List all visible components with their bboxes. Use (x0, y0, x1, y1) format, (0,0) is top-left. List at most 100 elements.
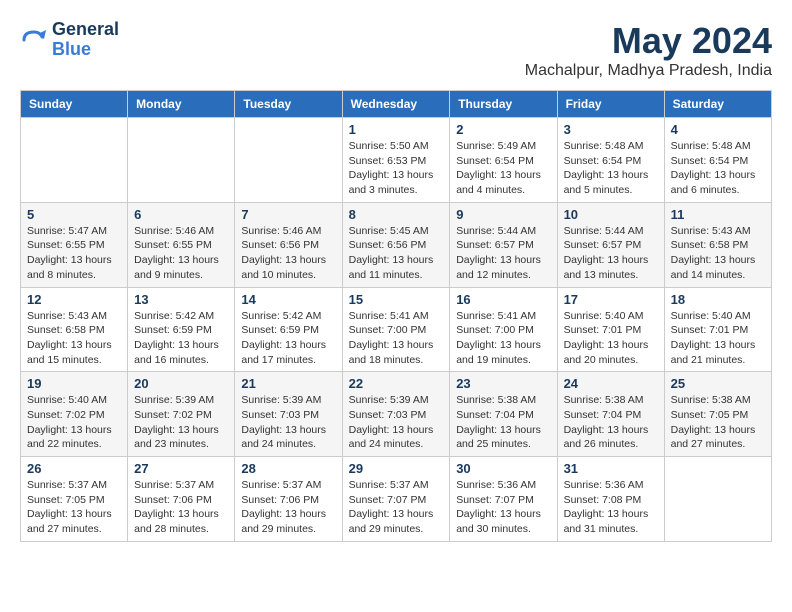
day-info: Sunrise: 5:48 AM Sunset: 6:54 PM Dayligh… (671, 139, 765, 198)
calendar-cell (128, 118, 235, 203)
day-number: 6 (134, 207, 228, 222)
calendar-cell: 29 Sunrise: 5:37 AM Sunset: 7:07 PM Dayli… (342, 457, 450, 542)
calendar-cell: 30Sunrise: 5:36 AM Sunset: 7:07 PM Dayli… (450, 457, 557, 542)
header-friday: Friday (557, 91, 664, 118)
week-row-3: 19 Sunrise: 5:40 AM Sunset: 7:02 PM Dayli… (21, 372, 772, 457)
calendar-cell: 12Sunrise: 5:43 AM Sunset: 6:58 PM Dayli… (21, 287, 128, 372)
calendar-cell: 13Sunrise: 5:42 AM Sunset: 6:59 PM Dayli… (128, 287, 235, 372)
day-info: Sunrise: 5:44 AM Sunset: 6:57 PM Dayligh… (456, 224, 550, 283)
calendar-cell: 31 Sunrise: 5:36 AM Sunset: 7:08 PM Dayli… (557, 457, 664, 542)
day-number: 31 (564, 461, 658, 476)
logo-blue: Blue (52, 40, 119, 60)
day-number: 22 (349, 376, 444, 391)
day-info: Sunrise: 5:41 AM Sunset: 7:00 PM Dayligh… (456, 309, 550, 368)
calendar-cell: 23Sunrise: 5:38 AM Sunset: 7:04 PM Dayli… (450, 372, 557, 457)
day-info: Sunrise: 5:36 AM Sunset: 7:08 PM Dayligh… (564, 478, 658, 537)
calendar-cell: 4 Sunrise: 5:48 AM Sunset: 6:54 PM Daylig… (664, 118, 771, 203)
calendar-cell: 9 Sunrise: 5:44 AM Sunset: 6:57 PM Daylig… (450, 202, 557, 287)
day-number: 28 (241, 461, 335, 476)
day-number: 4 (671, 122, 765, 137)
calendar-cell: 28 Sunrise: 5:37 AM Sunset: 7:06 PM Dayli… (235, 457, 342, 542)
calendar-cell: 27Sunrise: 5:37 AM Sunset: 7:06 PM Dayli… (128, 457, 235, 542)
calendar-cell: 5 Sunrise: 5:47 AM Sunset: 6:55 PM Daylig… (21, 202, 128, 287)
calendar-cell: 25 Sunrise: 5:38 AM Sunset: 7:05 PM Dayli… (664, 372, 771, 457)
day-number: 3 (564, 122, 658, 137)
day-info: Sunrise: 5:42 AM Sunset: 6:59 PM Dayligh… (134, 309, 228, 368)
logo: General Blue (20, 20, 119, 60)
calendar-cell (21, 118, 128, 203)
day-number: 21 (241, 376, 335, 391)
day-number: 19 (27, 376, 121, 391)
day-info: Sunrise: 5:46 AM Sunset: 6:56 PM Dayligh… (241, 224, 335, 283)
day-info: Sunrise: 5:48 AM Sunset: 6:54 PM Dayligh… (564, 139, 658, 198)
week-row-0: 1 Sunrise: 5:50 AM Sunset: 6:53 PM Daylig… (21, 118, 772, 203)
week-row-2: 12Sunrise: 5:43 AM Sunset: 6:58 PM Dayli… (21, 287, 772, 372)
subtitle: Machalpur, Madhya Pradesh, India (525, 62, 772, 80)
week-row-4: 26Sunrise: 5:37 AM Sunset: 7:05 PM Dayli… (21, 457, 772, 542)
calendar-cell: 11Sunrise: 5:43 AM Sunset: 6:58 PM Dayli… (664, 202, 771, 287)
day-number: 25 (671, 376, 765, 391)
calendar-header: SundayMondayTuesdayWednesdayThursdayFrid… (21, 91, 772, 118)
day-number: 12 (27, 292, 121, 307)
title-block: May 2024 Machalpur, Madhya Pradesh, Indi… (525, 20, 772, 80)
calendar-cell: 24Sunrise: 5:38 AM Sunset: 7:04 PM Dayli… (557, 372, 664, 457)
day-number: 16 (456, 292, 550, 307)
calendar-cell: 22Sunrise: 5:39 AM Sunset: 7:03 PM Dayli… (342, 372, 450, 457)
header-wednesday: Wednesday (342, 91, 450, 118)
day-info: Sunrise: 5:38 AM Sunset: 7:05 PM Dayligh… (671, 393, 765, 452)
day-number: 27 (134, 461, 228, 476)
calendar-table: SundayMondayTuesdayWednesdayThursdayFrid… (20, 90, 772, 542)
header-monday: Monday (128, 91, 235, 118)
day-info: Sunrise: 5:38 AM Sunset: 7:04 PM Dayligh… (564, 393, 658, 452)
calendar-cell: 2 Sunrise: 5:49 AM Sunset: 6:54 PM Daylig… (450, 118, 557, 203)
calendar-cell: 8 Sunrise: 5:45 AM Sunset: 6:56 PM Daylig… (342, 202, 450, 287)
calendar-cell: 19 Sunrise: 5:40 AM Sunset: 7:02 PM Dayli… (21, 372, 128, 457)
day-number: 29 (349, 461, 444, 476)
day-info: Sunrise: 5:37 AM Sunset: 7:06 PM Dayligh… (241, 478, 335, 537)
day-info: Sunrise: 5:36 AM Sunset: 7:07 PM Dayligh… (456, 478, 550, 537)
logo-icon (20, 26, 48, 54)
calendar-cell: 18Sunrise: 5:40 AM Sunset: 7:01 PM Dayli… (664, 287, 771, 372)
header-row: SundayMondayTuesdayWednesdayThursdayFrid… (21, 91, 772, 118)
calendar-cell: 17Sunrise: 5:40 AM Sunset: 7:01 PM Dayli… (557, 287, 664, 372)
week-row-1: 5 Sunrise: 5:47 AM Sunset: 6:55 PM Daylig… (21, 202, 772, 287)
day-number: 23 (456, 376, 550, 391)
calendar-cell: 15 Sunrise: 5:41 AM Sunset: 7:00 PM Dayli… (342, 287, 450, 372)
day-number: 2 (456, 122, 550, 137)
header-thursday: Thursday (450, 91, 557, 118)
calendar-cell: 16 Sunrise: 5:41 AM Sunset: 7:00 PM Dayli… (450, 287, 557, 372)
day-number: 7 (241, 207, 335, 222)
day-number: 5 (27, 207, 121, 222)
day-info: Sunrise: 5:42 AM Sunset: 6:59 PM Dayligh… (241, 309, 335, 368)
day-info: Sunrise: 5:45 AM Sunset: 6:56 PM Dayligh… (349, 224, 444, 283)
day-number: 9 (456, 207, 550, 222)
calendar-cell: 6 Sunrise: 5:46 AM Sunset: 6:55 PM Daylig… (128, 202, 235, 287)
logo-general: General (52, 20, 119, 40)
day-number: 8 (349, 207, 444, 222)
day-info: Sunrise: 5:41 AM Sunset: 7:00 PM Dayligh… (349, 309, 444, 368)
calendar-cell: 1 Sunrise: 5:50 AM Sunset: 6:53 PM Daylig… (342, 118, 450, 203)
day-info: Sunrise: 5:46 AM Sunset: 6:55 PM Dayligh… (134, 224, 228, 283)
day-number: 10 (564, 207, 658, 222)
calendar-cell: 3 Sunrise: 5:48 AM Sunset: 6:54 PM Daylig… (557, 118, 664, 203)
day-info: Sunrise: 5:40 AM Sunset: 7:01 PM Dayligh… (671, 309, 765, 368)
calendar-cell: 26Sunrise: 5:37 AM Sunset: 7:05 PM Dayli… (21, 457, 128, 542)
header-tuesday: Tuesday (235, 91, 342, 118)
calendar-cell (235, 118, 342, 203)
day-number: 15 (349, 292, 444, 307)
day-number: 1 (349, 122, 444, 137)
day-info: Sunrise: 5:40 AM Sunset: 7:02 PM Dayligh… (27, 393, 121, 452)
calendar-cell: 20Sunrise: 5:39 AM Sunset: 7:02 PM Dayli… (128, 372, 235, 457)
main-title: May 2024 (525, 20, 772, 62)
day-info: Sunrise: 5:47 AM Sunset: 6:55 PM Dayligh… (27, 224, 121, 283)
day-number: 26 (27, 461, 121, 476)
day-info: Sunrise: 5:37 AM Sunset: 7:07 PM Dayligh… (349, 478, 444, 537)
day-number: 11 (671, 207, 765, 222)
day-info: Sunrise: 5:39 AM Sunset: 7:02 PM Dayligh… (134, 393, 228, 452)
day-info: Sunrise: 5:50 AM Sunset: 6:53 PM Dayligh… (349, 139, 444, 198)
day-info: Sunrise: 5:44 AM Sunset: 6:57 PM Dayligh… (564, 224, 658, 283)
day-info: Sunrise: 5:39 AM Sunset: 7:03 PM Dayligh… (241, 393, 335, 452)
header-saturday: Saturday (664, 91, 771, 118)
calendar-cell: 14Sunrise: 5:42 AM Sunset: 6:59 PM Dayli… (235, 287, 342, 372)
day-info: Sunrise: 5:49 AM Sunset: 6:54 PM Dayligh… (456, 139, 550, 198)
